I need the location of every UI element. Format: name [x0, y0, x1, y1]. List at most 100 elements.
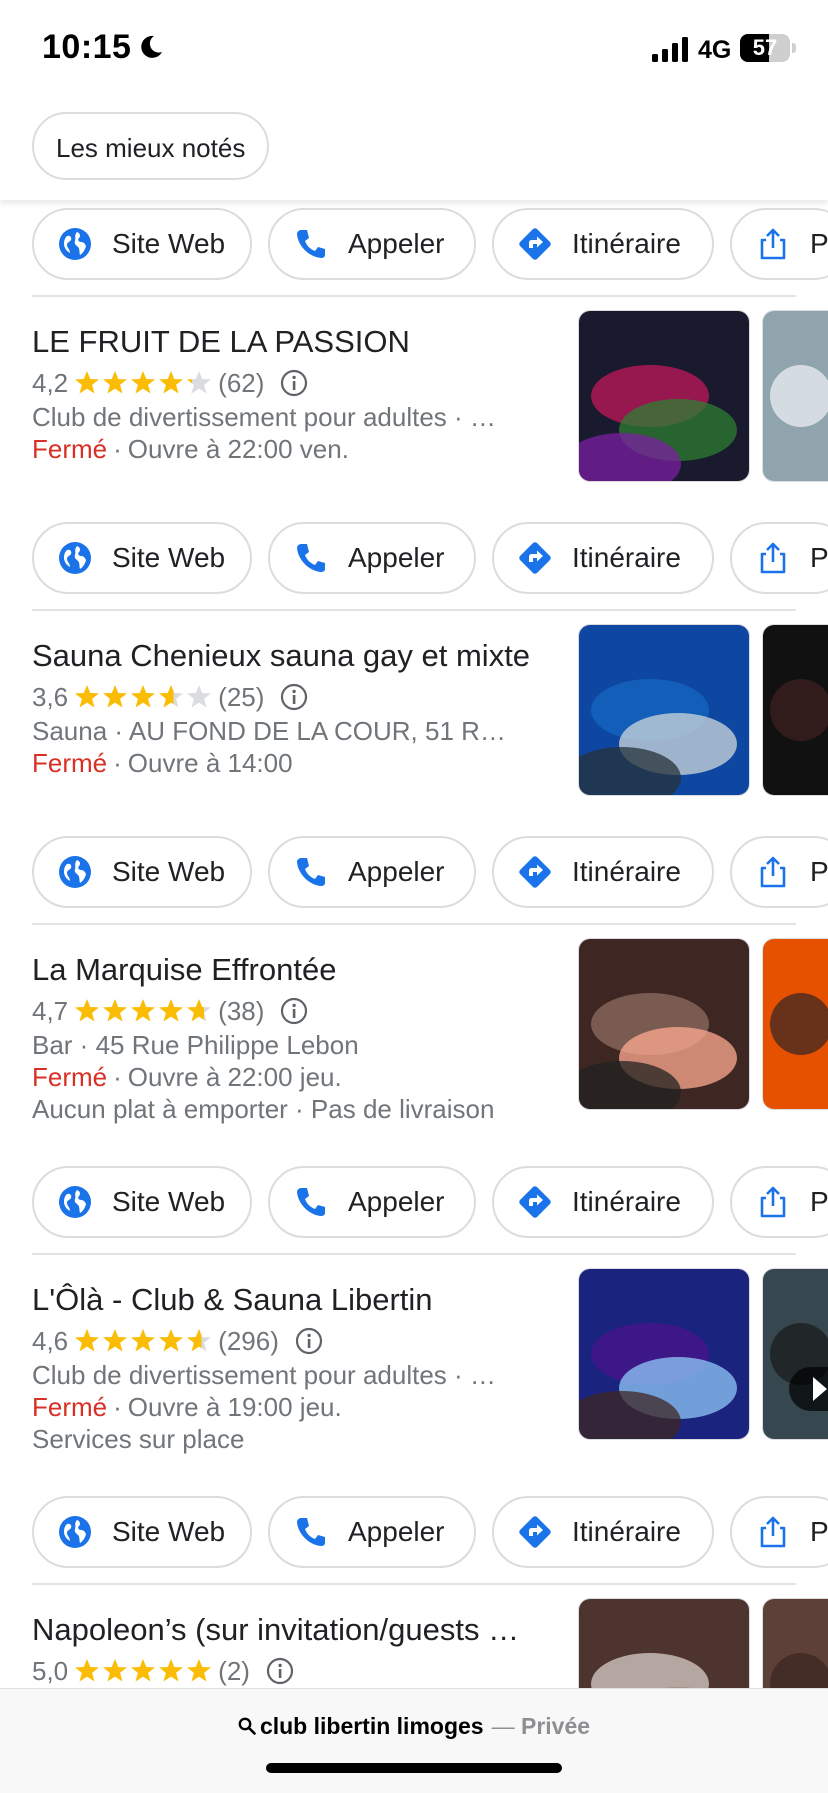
photo-image: [579, 1599, 749, 1688]
call-button[interactable]: Appeler: [268, 1166, 476, 1238]
place-photo[interactable]: [578, 310, 750, 482]
place-photo[interactable]: [578, 624, 750, 796]
place-photo-secondary[interactable]: [762, 310, 828, 482]
place-hours: Fermé · Ouvre à 19:00 jeu.: [32, 1392, 542, 1423]
star-icon: [103, 1329, 128, 1352]
website-button[interactable]: Site Web: [32, 522, 252, 594]
info-icon[interactable]: [266, 1657, 294, 1685]
place-photo[interactable]: [578, 1598, 750, 1688]
globe-icon: [59, 542, 91, 574]
closed-status: Fermé: [32, 434, 108, 464]
info-icon[interactable]: [295, 1327, 323, 1355]
phone-icon: [297, 858, 325, 886]
directions-button[interactable]: Itinéraire: [492, 836, 714, 908]
star-rating-icon: [75, 371, 212, 394]
info-icon[interactable]: [280, 997, 308, 1025]
place-name[interactable]: Sauna Chenieux sauna gay et mixte: [32, 638, 552, 674]
star-icon: [103, 999, 128, 1022]
review-count[interactable]: (38): [218, 996, 264, 1026]
review-count[interactable]: (25): [218, 682, 264, 712]
home-indicator[interactable]: [266, 1763, 562, 1773]
photo-image: [763, 311, 828, 481]
photo-image: [763, 1599, 828, 1688]
browser-address-bar[interactable]: club libertin limoges — Privée: [0, 1688, 828, 1793]
place-name[interactable]: Napoleon’s (sur invitation/guests …: [32, 1612, 552, 1648]
phone-icon: [297, 230, 325, 258]
closed-status: Fermé: [32, 1062, 108, 1092]
share-label: Partager: [810, 228, 828, 259]
call-button[interactable]: Appeler: [268, 522, 476, 594]
call-button[interactable]: Appeler: [268, 208, 476, 280]
closed-status: Fermé: [32, 748, 108, 778]
place-name[interactable]: La Marquise Effrontée: [32, 952, 552, 988]
star-icon: [159, 685, 184, 708]
directions-button[interactable]: Itinéraire: [492, 208, 714, 280]
status-bar: 10:15 4G 57: [0, 0, 828, 100]
photo-image: [763, 625, 828, 795]
place-rating: 4,2 (62): [32, 366, 308, 400]
website-button[interactable]: Site Web: [32, 1496, 252, 1568]
website-label: Site Web: [112, 1186, 226, 1217]
separator-dot: ·: [113, 748, 122, 778]
call-button[interactable]: Appeler: [268, 1496, 476, 1568]
website-button[interactable]: Site Web: [32, 208, 252, 280]
directions-icon: [519, 228, 551, 260]
star-icon: [159, 1329, 184, 1352]
filter-bar: Les mieux notés: [0, 100, 828, 200]
directions-button[interactable]: Itinéraire: [492, 522, 714, 594]
share-button[interactable]: Partager: [730, 522, 828, 594]
place-photo-secondary[interactable]: [762, 1268, 828, 1440]
website-button[interactable]: Site Web: [32, 1166, 252, 1238]
place-hours: Fermé · Ouvre à 22:00 ven.: [32, 434, 542, 465]
directions-button[interactable]: Itinéraire: [492, 1166, 714, 1238]
place-photo[interactable]: [578, 938, 750, 1110]
search-icon: [238, 1718, 256, 1736]
website-label: Site Web: [112, 228, 226, 259]
place-category-address: Club de divertissement pour adultes · …: [32, 402, 496, 432]
share-button[interactable]: Partager: [730, 1496, 828, 1568]
phone-icon: [297, 1518, 325, 1546]
rating-value: 4,7: [32, 996, 69, 1026]
search-query-display[interactable]: club libertin limoges — Privée: [0, 1713, 828, 1740]
call-label: Appeler: [348, 1516, 445, 1547]
phone-icon: [297, 544, 325, 572]
star-rating-icon: [75, 685, 212, 708]
directions-button[interactable]: Itinéraire: [492, 1496, 714, 1568]
place-name[interactable]: LE FRUIT DE LA PASSION: [32, 324, 552, 360]
info-icon[interactable]: [280, 369, 308, 397]
opening-time: Ouvre à 22:00 ven.: [127, 434, 349, 464]
website-button[interactable]: Site Web: [32, 836, 252, 908]
battery-icon: 57: [740, 34, 790, 62]
closed-status: Fermé: [32, 1392, 108, 1422]
website-label: Site Web: [112, 1516, 226, 1547]
place-rating: 4,6 (296): [32, 1324, 323, 1358]
place-service-options: Aucun plat à emporter · Pas de livraison: [32, 1094, 495, 1124]
photo-image: [579, 1269, 749, 1439]
review-count[interactable]: (296): [218, 1326, 279, 1356]
place-name[interactable]: L'Ôlà - Club & Sauna Libertin: [32, 1282, 552, 1318]
place-photo-secondary[interactable]: [762, 938, 828, 1110]
share-button[interactable]: Partager: [730, 836, 828, 908]
review-count[interactable]: (2): [218, 1656, 250, 1686]
star-icon: [187, 999, 212, 1022]
action-buttons: Site Web Appeler Itinéraire Partager: [0, 836, 828, 908]
place-photo[interactable]: [578, 1268, 750, 1440]
results-list[interactable]: Site Web Appeler Itinéraire Partager: [0, 200, 828, 1688]
website-label: Site Web: [112, 542, 226, 573]
share-button[interactable]: Partager: [730, 208, 828, 280]
moon-icon: [141, 35, 162, 58]
info-icon[interactable]: [280, 683, 308, 711]
filter-chip-top-rated[interactable]: Les mieux notés: [32, 112, 270, 180]
photo-image: [763, 939, 828, 1109]
place-photo-secondary[interactable]: [762, 1598, 828, 1688]
divider: [32, 609, 796, 611]
share-label: Partager: [810, 1186, 828, 1217]
star-icon: [75, 999, 100, 1022]
review-count[interactable]: (62): [218, 368, 264, 398]
call-button[interactable]: Appeler: [268, 836, 476, 908]
share-button[interactable]: Partager: [730, 1166, 828, 1238]
place-photo-secondary[interactable]: [762, 624, 828, 796]
share-label: Partager: [810, 542, 828, 573]
separator-dot: ·: [113, 1392, 122, 1422]
separator-dot: ·: [113, 434, 122, 464]
